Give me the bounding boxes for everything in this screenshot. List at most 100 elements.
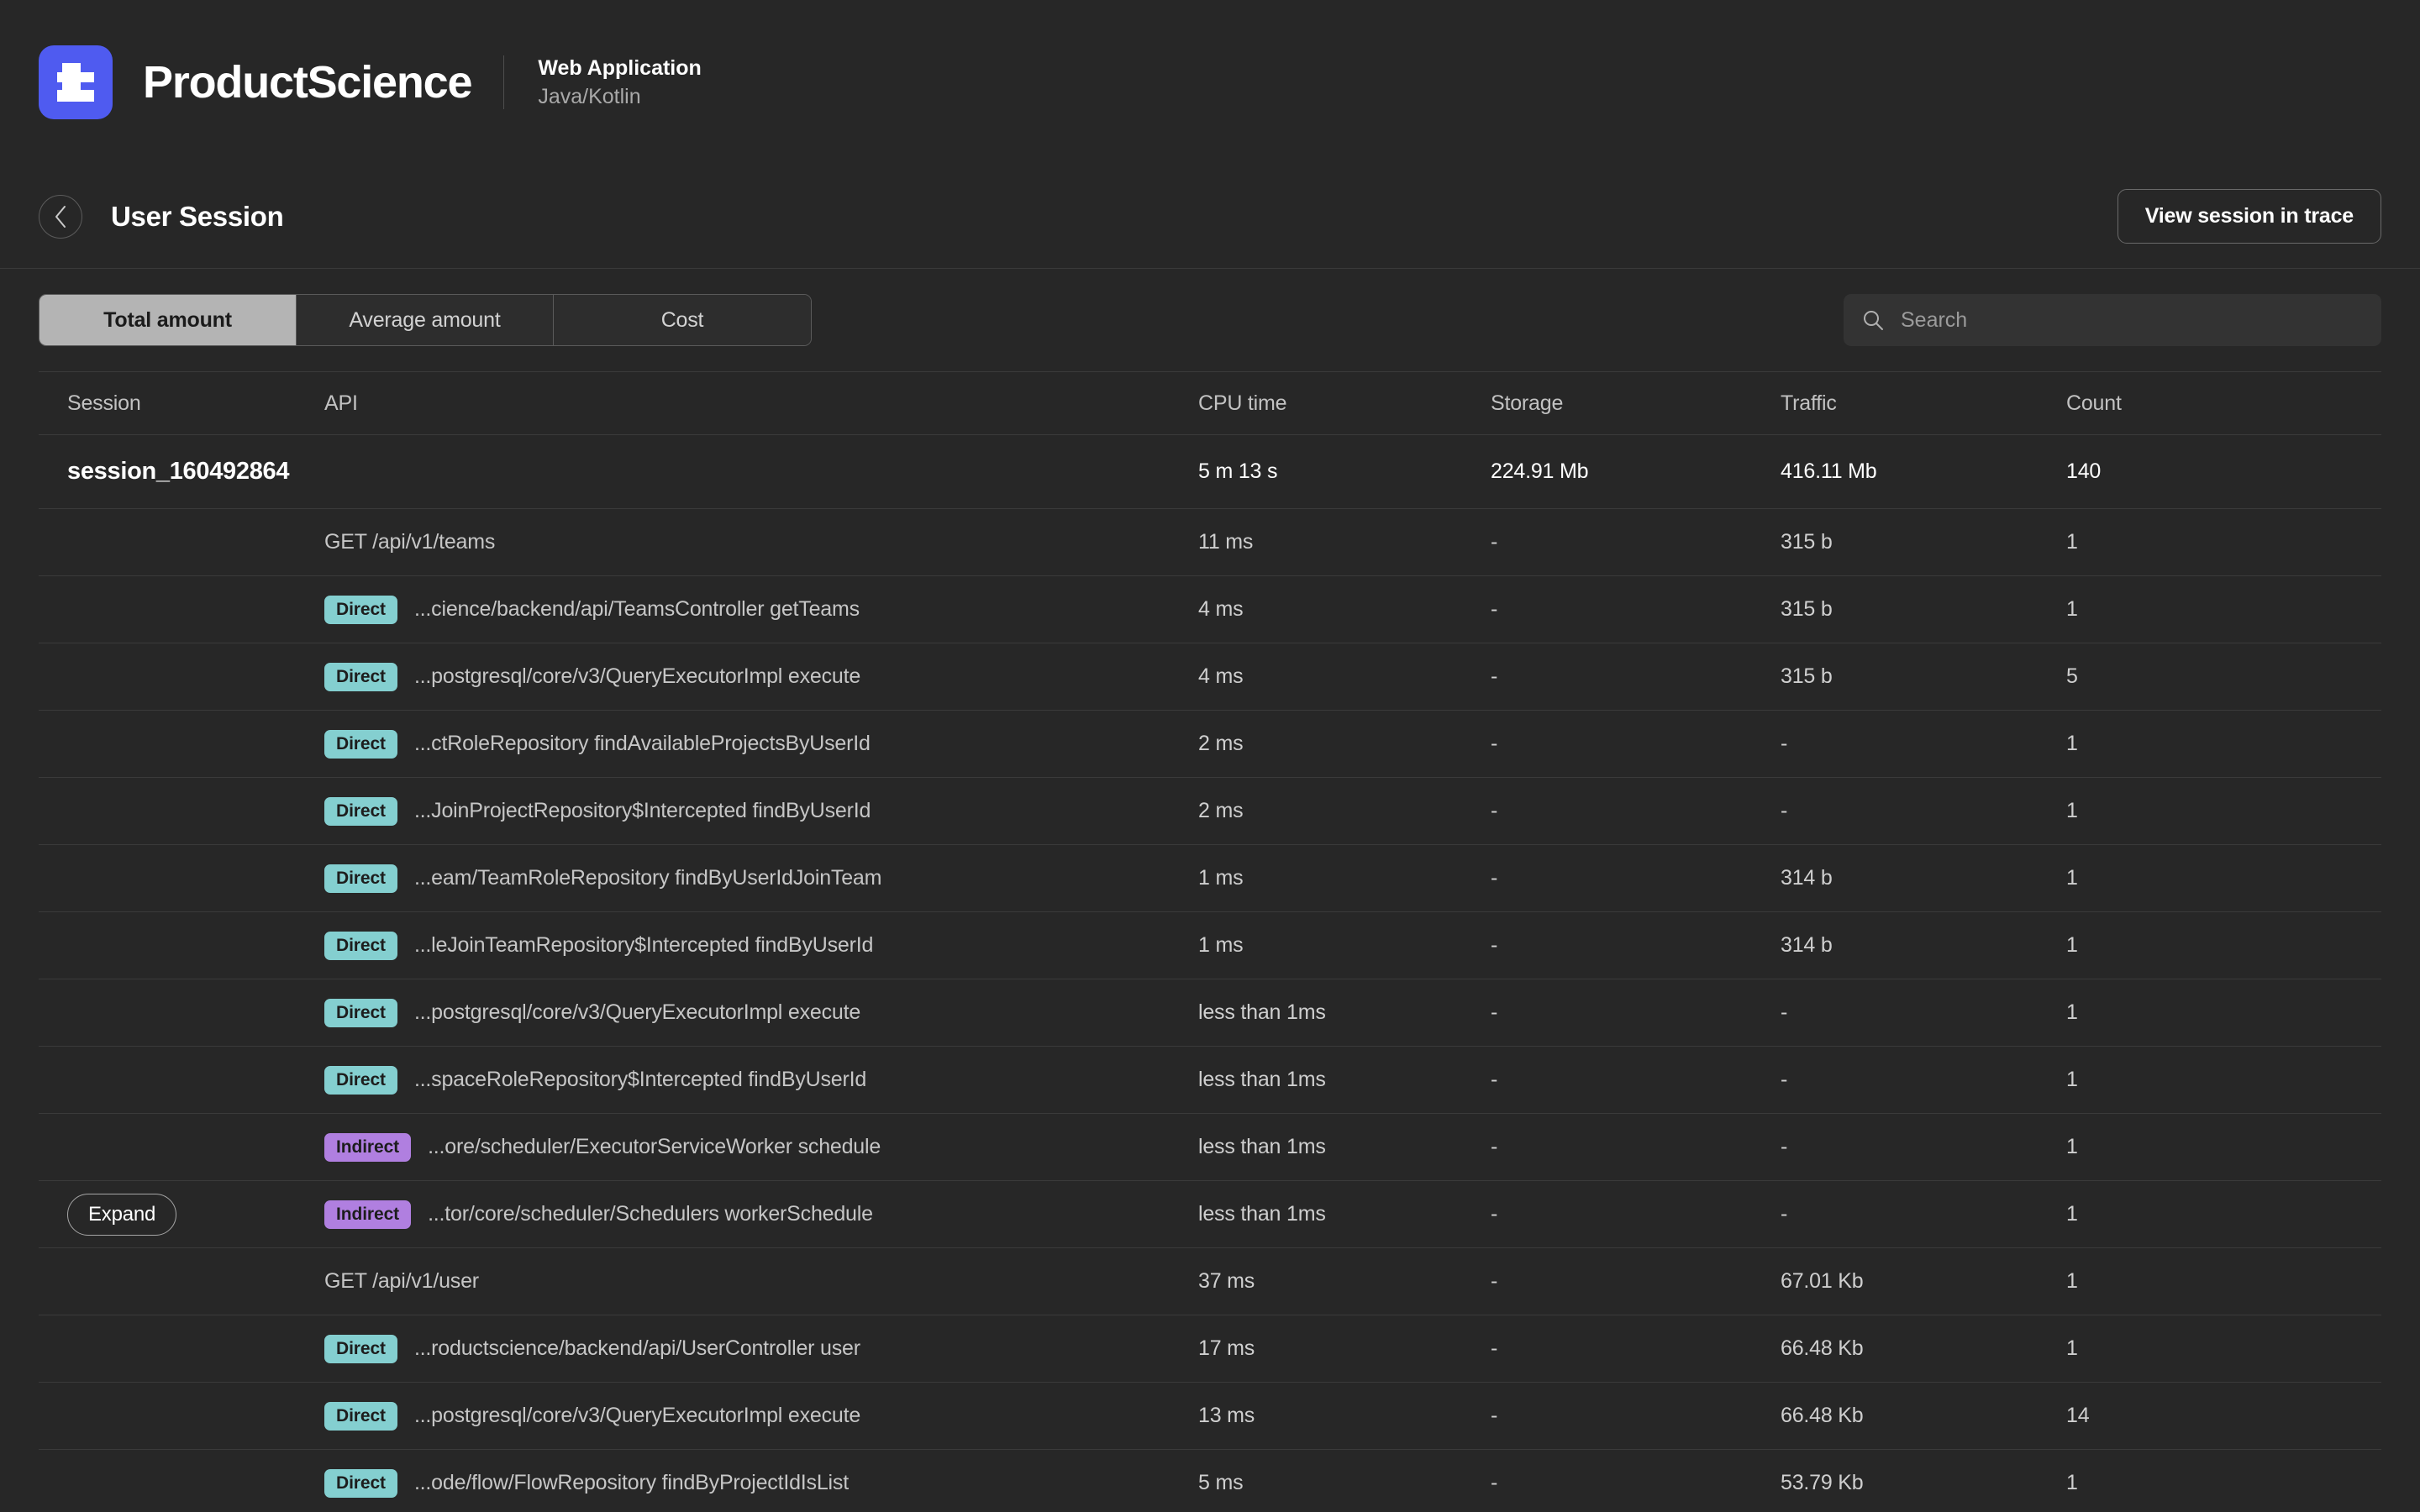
traffic-cell: 315 b (1781, 664, 1833, 688)
traffic-cell: 314 b (1781, 933, 1833, 957)
call-type-badge: Indirect (324, 1200, 412, 1229)
count-cell: 1 (2066, 1336, 2078, 1360)
traffic-cell: - (1781, 1202, 1788, 1226)
call-type-badge: Direct (324, 1401, 397, 1431)
storage-cell: - (1491, 1336, 1498, 1360)
amount-mode-segmented-control: Total amount Average amount Cost (39, 294, 812, 346)
table-row[interactable]: Direct ...ctRoleRepository findAvailableP… (39, 711, 2381, 778)
cpu-time-cell: 4 ms (1198, 664, 1244, 688)
table-row[interactable]: Direct ...leJoinTeamRepository$Intercepte… (39, 912, 2381, 979)
table-row[interactable]: session_160492864 5 m 13 s 224.91 Mb 416.11… (39, 435, 2381, 509)
cpu-time-cell: 5 ms (1198, 1471, 1244, 1494)
call-name: ...ctRoleRepository findAvailableProject… (413, 732, 871, 755)
traffic-cell: - (1781, 799, 1788, 822)
call-name: ...postgresql/core/v3/QueryExecutorImpl … (413, 664, 861, 688)
storage-cell: - (1491, 1000, 1498, 1024)
table-row[interactable]: Direct ...cience/backend/api/TeamsControl… (39, 576, 2381, 643)
count-cell: 1 (2066, 597, 2078, 621)
table-row[interactable]: Direct ...JoinProjectRepository$Intercept… (39, 778, 2381, 845)
storage-cell: - (1491, 1404, 1498, 1427)
table-row[interactable]: Direct ...roductscience/backend/api/UserC… (39, 1315, 2381, 1383)
count-cell: 1 (2066, 1269, 2078, 1293)
api-cell: Direct ...spaceRoleRepository$Intercepted… (324, 1065, 1198, 1095)
count-cell: 1 (2066, 1068, 2078, 1091)
column-header-cpu-time: CPU time (1198, 391, 1287, 415)
traffic-cell: 66.48 Kb (1781, 1336, 1864, 1360)
column-header-session: Session (67, 391, 141, 415)
view-session-in-trace-button[interactable]: View session in trace (2117, 189, 2381, 244)
call-name: ...tor/core/scheduler/Schedulers workerS… (428, 1202, 873, 1226)
table-header-row: Session API CPU time Storage Traffic Cou… (39, 371, 2381, 435)
call-name: ...postgresql/core/v3/QueryExecutorImpl … (413, 1000, 861, 1024)
count-cell: 1 (2066, 732, 2078, 755)
traffic-cell: 66.48 Kb (1781, 1404, 1864, 1427)
call-name: ...cience/backend/api/TeamsController ge… (413, 597, 860, 621)
search-input[interactable] (1901, 307, 2363, 333)
session-id: session_160492864 (67, 458, 290, 485)
cpu-time-cell: 11 ms (1198, 530, 1254, 554)
table-row[interactable]: Expand Indirect ...tor/core/scheduler/Sche… (39, 1181, 2381, 1248)
table-row[interactable]: Direct ...postgresql/core/v3/QueryExecuto… (39, 979, 2381, 1047)
count-cell: 1 (2066, 866, 2078, 890)
traffic-cell: 416.11 Mb (1781, 459, 1877, 483)
api-cell: GET /api/v1/user (324, 1269, 479, 1293)
call-type-badge: Direct (324, 1334, 397, 1363)
call-type-badge: Direct (324, 864, 397, 893)
storage-cell: - (1491, 866, 1498, 890)
traffic-cell: - (1781, 1135, 1788, 1158)
tab-total-amount[interactable]: Total amount (39, 295, 297, 345)
count-cell: 1 (2066, 933, 2078, 957)
table-row[interactable]: GET /api/v1/teams 11 ms - 315 b 1 (39, 509, 2381, 576)
cpu-time-cell: less than 1ms (1198, 1202, 1326, 1226)
count-cell: 1 (2066, 530, 2078, 554)
count-cell: 1 (2066, 1000, 2078, 1024)
cpu-time-cell: less than 1ms (1198, 1135, 1326, 1158)
count-cell: 1 (2066, 1471, 2078, 1494)
api-cell: Direct ...ode/flow/FlowRepository findByP… (324, 1468, 1198, 1498)
api-cell: Direct ...postgresql/core/v3/QueryExecuto… (324, 1401, 1198, 1431)
call-type-badge: Direct (324, 595, 397, 624)
call-name: ...leJoinTeamRepository$Intercepted find… (413, 933, 874, 957)
tab-average-amount[interactable]: Average amount (297, 295, 554, 345)
page-header: User Session View session in trace (0, 165, 2420, 269)
api-cell: Direct ...postgresql/core/v3/QueryExecuto… (324, 998, 1198, 1027)
traffic-cell: 314 b (1781, 866, 1833, 890)
call-name: ...postgresql/core/v3/QueryExecutorImpl … (413, 1404, 861, 1427)
cpu-time-cell: 37 ms (1198, 1269, 1255, 1293)
table-row[interactable]: Direct ...eam/TeamRoleRepository findByUs… (39, 845, 2381, 912)
back-button[interactable] (39, 194, 82, 239)
table-row[interactable]: Direct ...postgresql/core/v3/QueryExecuto… (39, 1383, 2381, 1450)
cpu-time-cell: less than 1ms (1198, 1068, 1326, 1091)
search-box[interactable] (1844, 294, 2381, 346)
storage-cell: - (1491, 799, 1498, 822)
count-cell: 14 (2066, 1404, 2090, 1427)
expand-button[interactable]: Expand (67, 1193, 177, 1236)
cpu-time-cell: 17 ms (1198, 1336, 1255, 1360)
app-meta: Web Application Java/Kotlin (538, 56, 701, 109)
expand-cell: Expand (39, 1193, 324, 1236)
call-type-badge: Direct (324, 998, 397, 1027)
table-row[interactable]: Indirect ...ore/scheduler/ExecutorService… (39, 1114, 2381, 1181)
count-cell: 1 (2066, 1202, 2078, 1226)
api-cell: Direct ...roductscience/backend/api/UserC… (324, 1334, 1198, 1363)
session-breakdown-table: Session API CPU time Storage Traffic Cou… (0, 371, 2420, 1512)
tab-cost[interactable]: Cost (554, 295, 811, 345)
call-type-badge: Direct (324, 1468, 397, 1498)
call-type-badge: Indirect (324, 1132, 412, 1162)
call-name: ...eam/TeamRoleRepository findByUserIdJo… (413, 866, 882, 890)
table-row[interactable]: Direct ...spaceRoleRepository$Intercepted… (39, 1047, 2381, 1114)
call-name: ...spaceRoleRepository$Intercepted findB… (413, 1068, 867, 1091)
brand-name: ProductScience (143, 57, 473, 108)
storage-cell: - (1491, 1202, 1498, 1226)
storage-cell: - (1491, 1068, 1498, 1091)
api-cell: GET /api/v1/teams (324, 530, 496, 554)
cpu-time-cell: 5 m 13 s (1198, 459, 1278, 483)
table-row[interactable]: Direct ...ode/flow/FlowRepository findByP… (39, 1450, 2381, 1512)
cpu-time-cell: 13 ms (1198, 1404, 1255, 1427)
brand-divider (503, 55, 505, 109)
app-subtitle: Java/Kotlin (538, 84, 641, 108)
storage-cell: - (1491, 732, 1498, 755)
storage-cell: - (1491, 1269, 1498, 1293)
table-row[interactable]: Direct ...postgresql/core/v3/QueryExecuto… (39, 643, 2381, 711)
table-row[interactable]: GET /api/v1/user 37 ms - 67.01 Kb 1 (39, 1248, 2381, 1315)
